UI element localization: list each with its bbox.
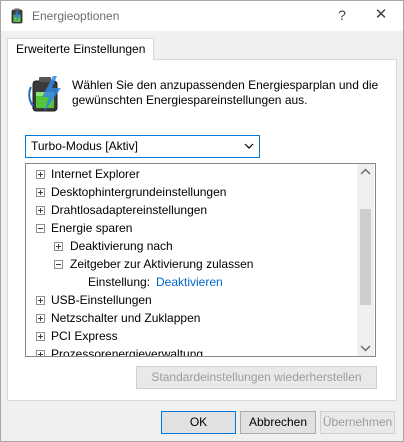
expand-icon[interactable] [36,296,45,305]
help-button[interactable]: ? [330,4,354,26]
expand-icon[interactable] [36,350,45,356]
window-title: Energieoptionen [32,9,120,23]
expand-icon[interactable] [54,242,63,251]
expand-icon[interactable] [36,206,45,215]
tree-item-label: Zeitgeber zur Aktivierung zulassen [70,257,254,271]
tab-advanced-settings[interactable]: Erweiterte Einstellungen [7,38,155,60]
vertical-scrollbar[interactable] [357,164,374,356]
power-plan-select-value: Turbo-Modus [Aktiv] [31,139,138,153]
chevron-down-icon [244,140,254,150]
description-text: Wählen Sie den anzupassenden Energiespar… [72,78,379,107]
scroll-up-icon[interactable] [357,164,374,181]
power-options-icon [8,7,26,25]
settings-tree[interactable]: Internet Explorer Desktophintergrundeins… [25,163,376,357]
expand-icon[interactable] [36,188,45,197]
power-plan-select[interactable]: Turbo-Modus [Aktiv] [25,135,260,158]
tree-item-label: Prozessorenergieverwaltung [51,347,204,357]
battery-icon [28,75,64,113]
tree-item-label: Einstellung: [88,275,151,289]
expand-icon[interactable] [36,170,45,179]
tree-item-label: Energie sparen [51,221,133,235]
tree-item-label: Drahtlosadaptereinstellungen [51,203,208,217]
tree-item-label: PCI Express [51,329,118,343]
tree-item-label: Desktophintergrundeinstellungen [51,185,227,199]
collapse-icon[interactable] [36,224,45,233]
tree-item-label: USB-Einstellungen [51,293,152,307]
setting-value-link[interactable]: Deaktivieren [156,273,223,291]
scroll-down-icon[interactable] [357,339,374,356]
expand-icon[interactable] [36,332,45,341]
apply-button[interactable]: Übernehmen [320,411,395,434]
close-button[interactable]: ✕ [368,4,394,26]
collapse-icon[interactable] [54,260,63,269]
tree-item-label: Netzschalter und Zuklappen [51,311,201,325]
tree-item-label: Deaktivierung nach [70,239,173,253]
cancel-button[interactable]: Abbrechen [240,411,316,434]
scroll-thumb[interactable] [360,209,371,305]
expand-icon[interactable] [36,314,45,323]
ok-button[interactable]: OK [161,411,236,434]
tree-item-label: Internet Explorer [51,167,140,181]
restore-defaults-button[interactable]: Standardeinstellungen wiederherstellen [136,366,377,389]
